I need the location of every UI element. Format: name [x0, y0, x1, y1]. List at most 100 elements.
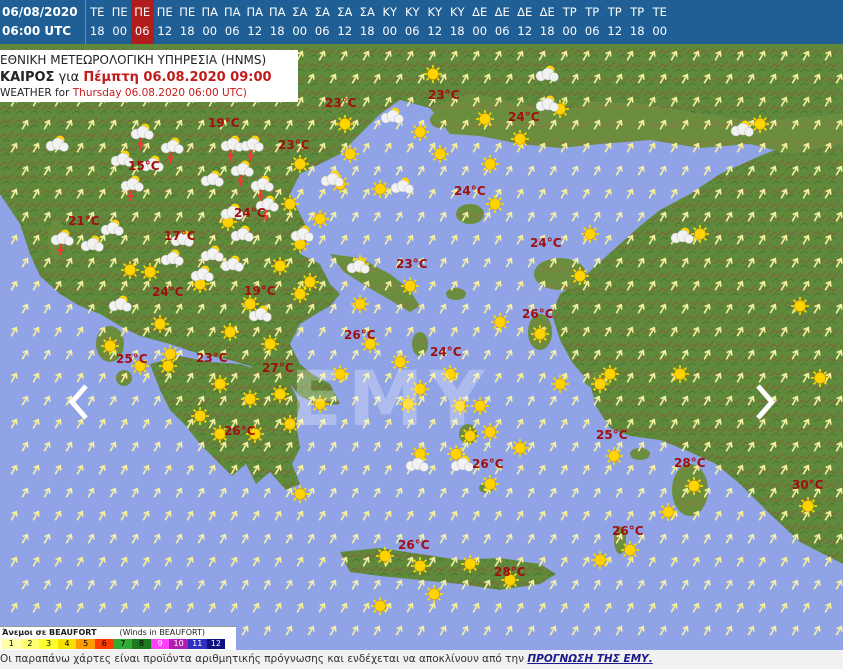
cloud-icon — [390, 177, 414, 194]
wind-arrow — [659, 441, 667, 452]
wind-arrow — [351, 165, 359, 176]
time-slot[interactable]: ΠΑ 06 — [221, 0, 244, 44]
time-slot[interactable]: ΚΥ 06 — [401, 0, 424, 44]
next-arrow[interactable] — [750, 382, 780, 422]
time-slot[interactable]: ΣΑ 06 — [311, 0, 334, 44]
wind-arrow — [626, 142, 634, 153]
time-slot[interactable]: ΠΑ 00 — [199, 0, 222, 44]
wind-arrow — [516, 602, 524, 613]
wind-arrow — [747, 533, 755, 544]
time-slot-day: ΤΕ — [652, 5, 667, 19]
wind-arrow — [692, 556, 700, 567]
wind-arrow — [208, 464, 216, 475]
wind-arrow — [714, 556, 722, 567]
time-slot[interactable]: ΠΕ 00 — [109, 0, 132, 44]
wind-arrow — [494, 234, 502, 245]
wind-arrow — [318, 188, 326, 199]
wind-arrow — [791, 579, 799, 590]
wind-arrow — [483, 625, 491, 636]
wind-arrow — [10, 464, 18, 475]
time-slot-day: ΠΑ — [201, 5, 218, 19]
wind-arrow — [648, 188, 656, 199]
wind-arrow — [219, 533, 227, 544]
wind-arrow — [549, 349, 557, 360]
wind-arrow — [21, 487, 29, 498]
wind-arrow — [461, 165, 469, 176]
wind-arrow — [538, 372, 546, 383]
time-slot-hour: 06 — [404, 24, 420, 38]
temperature-label: 24°C — [234, 206, 266, 220]
wind-arrow — [98, 510, 106, 521]
wind-arrow — [527, 211, 535, 222]
wind-arrow — [109, 441, 117, 452]
wind-arrow — [527, 257, 535, 268]
time-slot[interactable]: ΠΑ 18 — [266, 0, 289, 44]
wind-arrow — [725, 579, 733, 590]
wind-arrow — [835, 579, 843, 590]
time-slot[interactable]: ΣΑ 18 — [356, 0, 379, 44]
time-slot[interactable]: ΤΕ 18 — [86, 0, 109, 44]
time-slot[interactable]: ΔΕ 18 — [536, 0, 559, 44]
wind-arrow — [824, 602, 832, 613]
temperature-label: 30°C — [792, 478, 824, 492]
sun-icon — [551, 375, 569, 393]
wind-arrow — [549, 211, 557, 222]
time-slot[interactable]: ΚΥ 12 — [424, 0, 447, 44]
wind-arrow — [538, 188, 546, 199]
temperature-label: 25°C — [596, 428, 628, 442]
wind-arrow — [329, 625, 337, 636]
wind-arrow — [538, 510, 546, 521]
time-slot[interactable]: ΣΑ 00 — [289, 0, 312, 44]
wind-arrow — [714, 510, 722, 521]
wind-arrow — [615, 165, 623, 176]
wind-arrow — [32, 418, 40, 429]
time-slot[interactable]: ΔΕ 12 — [514, 0, 537, 44]
time-slot[interactable]: ΤΡ 06 — [581, 0, 604, 44]
forecast-link[interactable]: ΠΡΟΓΝΩΣΗ ΤΗΣ ΕΜΥ. — [527, 653, 652, 665]
time-slot-day: ΚΥ — [427, 5, 443, 19]
sun-icon — [261, 335, 279, 353]
time-slot[interactable]: ΣΑ 12 — [334, 0, 357, 44]
wind-arrow — [296, 464, 304, 475]
time-slot[interactable]: ΠΑ 12 — [244, 0, 267, 44]
map-title-box: ΕΘΝΙΚΗ ΜΕΤΕΩΡΟΛΟΓΙΚΗ ΥΠΗΡΕΣΙΑ (HNMS) ΚΑΙ… — [0, 50, 298, 102]
wind-arrow — [428, 326, 436, 337]
wind-arrow — [43, 303, 51, 314]
temperature-label: 24°C — [454, 184, 486, 198]
sun-icon — [751, 115, 769, 133]
time-slot[interactable]: ΚΥ 18 — [446, 0, 469, 44]
wind-arrow — [681, 625, 689, 636]
wind-arrow — [384, 464, 392, 475]
map-canvas — [0, 44, 843, 636]
wind-arrow — [87, 533, 95, 544]
time-slot[interactable]: ΤΡ 00 — [559, 0, 582, 44]
time-slot[interactable]: ΚΥ 00 — [379, 0, 402, 44]
time-slot-hour: 12 — [247, 24, 263, 38]
wind-arrow — [373, 487, 381, 498]
temperature-label: 23°C — [396, 257, 428, 271]
wind-arrow — [549, 441, 557, 452]
previous-arrow[interactable] — [64, 382, 94, 422]
temperature-label: 26°C — [612, 524, 644, 538]
time-slot[interactable]: ΠΕ 12 — [154, 0, 177, 44]
time-slot[interactable]: ΔΕ 06 — [491, 0, 514, 44]
time-slot[interactable]: ΤΕ 00 — [649, 0, 672, 44]
forecast-date-greek: Πέμπτη 06.08.2020 09:00 — [83, 70, 272, 85]
sun-icon — [591, 551, 609, 569]
time-slot[interactable]: ΠΕ 06 — [131, 0, 154, 44]
wind-arrow — [780, 602, 788, 613]
wind-arrow — [527, 487, 535, 498]
sun-icon — [336, 115, 354, 133]
time-slot[interactable]: ΠΕ 18 — [176, 0, 199, 44]
wind-arrow — [626, 464, 634, 475]
wind-arrow — [582, 418, 590, 429]
wind-arrow — [593, 579, 601, 590]
wind-arrow — [549, 625, 557, 636]
sun-icon — [621, 541, 639, 559]
wind-arrow — [164, 464, 172, 475]
wind-arrow — [65, 349, 73, 360]
time-slot[interactable]: ΤΡ 18 — [626, 0, 649, 44]
time-slot[interactable]: ΔΕ 00 — [469, 0, 492, 44]
time-slot[interactable]: ΤΡ 12 — [604, 0, 627, 44]
wind-arrow — [98, 556, 106, 567]
